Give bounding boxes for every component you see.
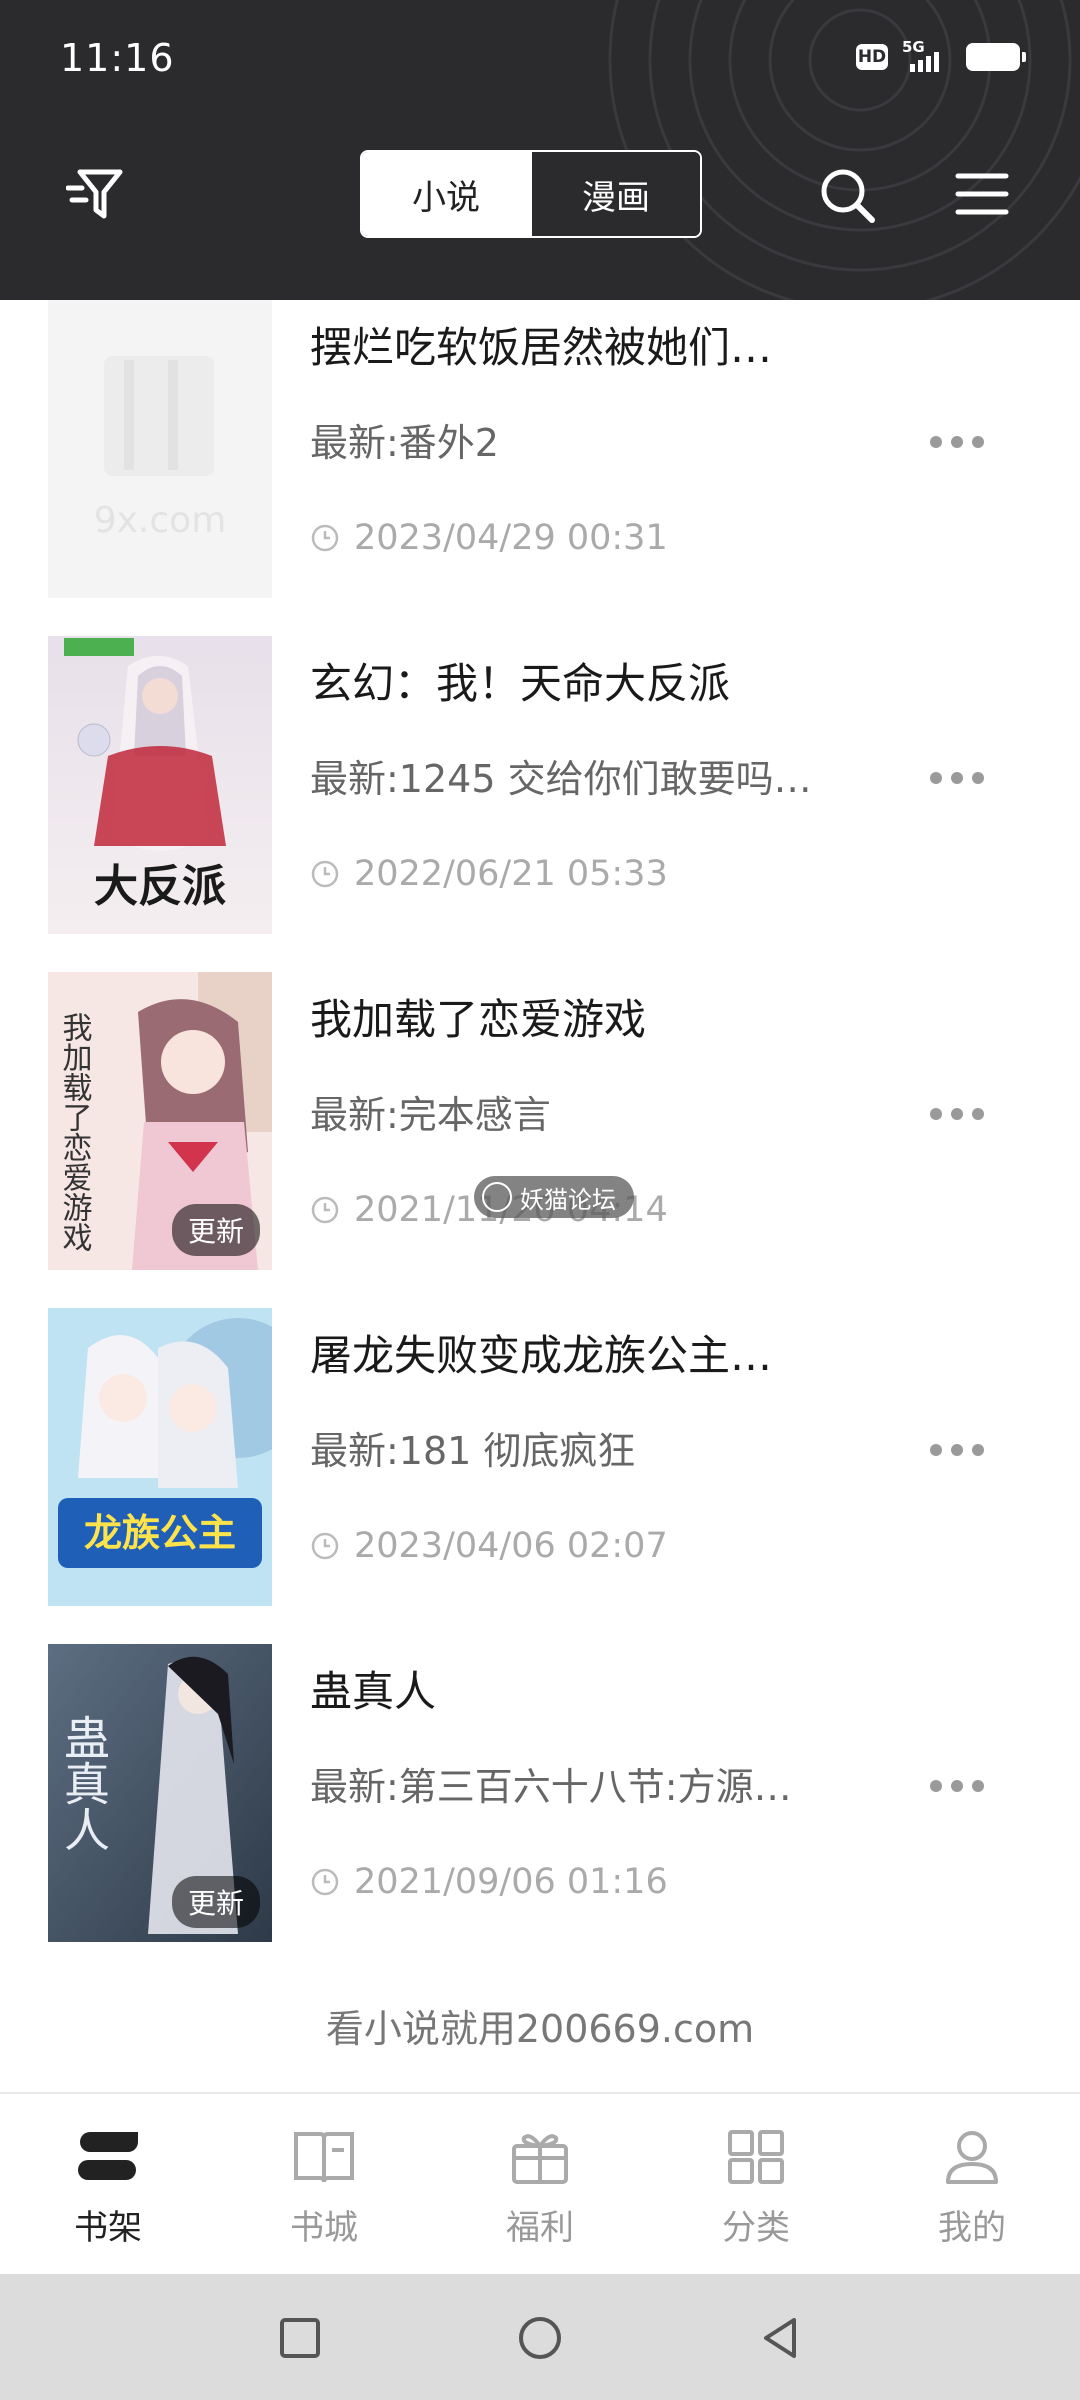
more-options-icon[interactable] (930, 432, 990, 452)
watermark: 妖猫论坛 (474, 1176, 634, 1218)
book-item[interactable]: 龙族公主 屠龙失败变成龙族公主… 最新:181 彻底疯狂 2023/04/06 … (0, 1308, 1080, 1644)
book-title: 我加载了恋爱游戏 (310, 995, 647, 1044)
clock-icon (311, 1868, 339, 1896)
home-icon[interactable] (516, 2314, 564, 2362)
book-item[interactable]: 9x.com 摆烂吃软饭居然被她们… 最新:番外2 2023/04/29 00:… (0, 300, 1080, 636)
cover-title-text: 大反派 (94, 861, 226, 912)
cover-title-text: 蛊真人 (57, 1714, 111, 1852)
watermark-logo-icon (482, 1182, 512, 1212)
tab-comic[interactable]: 漫画 (530, 152, 700, 236)
nav-label: 书城 (290, 2208, 358, 2248)
filter-icon[interactable] (65, 166, 126, 222)
nav-bookshelf[interactable]: 书架 (0, 2094, 216, 2276)
nav-label: 福利 (506, 2208, 574, 2248)
update-badge: 更新 (171, 1876, 260, 1928)
book-cover[interactable]: 大反派 (48, 636, 272, 934)
clock-icon (311, 1532, 339, 1560)
bottom-nav: 书架 书城 福利 分类 我的 (0, 2092, 1080, 2276)
nav-bookstore[interactable]: 书城 (216, 2094, 432, 2276)
user-icon (946, 2131, 998, 2184)
book-latest-chapter: 最新:1245 交给你们敢要吗… (310, 757, 812, 801)
nav-category[interactable]: 分类 (648, 2094, 864, 2276)
gift-icon (512, 2134, 568, 2184)
book-cover[interactable]: 9x.com (48, 300, 272, 598)
nav-label: 我的 (938, 2208, 1006, 2248)
search-icon[interactable] (818, 166, 878, 226)
clock-icon (311, 1196, 339, 1224)
book-latest-chapter: 最新:第三百六十八节:方源… (310, 1765, 792, 1809)
more-options-icon[interactable] (930, 1776, 990, 1796)
bookshelf-list: 9x.com 摆烂吃软饭居然被她们… 最新:番外2 2023/04/29 00:… (0, 300, 1080, 1980)
status-icons: HD 5G (856, 38, 1026, 74)
content-type-switch: 小说 漫画 (360, 150, 702, 238)
footer-note: 看小说就用200669.com (325, 2007, 755, 2051)
recent-apps-icon[interactable] (276, 2314, 324, 2362)
status-time: 11:16 (60, 36, 175, 80)
book-update-time: 2022/06/21 05:33 (354, 854, 668, 894)
nav-mine[interactable]: 我的 (864, 2094, 1080, 2276)
watermark-text: 妖猫论坛 (520, 1185, 616, 1214)
book-title: 玄幻：我！天命大反派 (310, 659, 731, 708)
more-options-icon[interactable] (930, 1440, 990, 1460)
book-cover[interactable]: 龙族公主 (48, 1308, 272, 1606)
more-options-icon[interactable] (930, 768, 990, 788)
tab-novel[interactable]: 小说 (362, 152, 530, 236)
open-book-icon (294, 2132, 354, 2183)
book-item[interactable]: 大反派 玄幻：我！天命大反派 最新:1245 交给你们敢要吗… 2022/06/… (0, 636, 1080, 972)
battery-icon (966, 43, 1026, 71)
hd-icon: HD (856, 44, 888, 70)
menu-icon[interactable] (955, 170, 1009, 218)
top-header: 11:16 HD 5G 小说 漫画 (0, 0, 1080, 300)
grid-icon (728, 2130, 784, 2184)
book-latest-chapter: 最新:181 彻底疯狂 (310, 1429, 636, 1473)
placeholder-text: 9x.com (94, 500, 227, 541)
nav-label: 分类 (722, 2208, 790, 2248)
system-navigation-bar (0, 2274, 1080, 2400)
clock-icon (311, 860, 339, 888)
cover-title-text: 龙族公主 (84, 1511, 236, 1555)
book-update-time: 2021/09/06 01:16 (354, 1862, 668, 1902)
book-item[interactable]: 我加载了恋爱游戏 更新 我加载了恋爱游戏 最新:完本感言 2021/11/20 … (0, 972, 1080, 1308)
bookshelf-icon (78, 2132, 138, 2180)
book-update-time: 2023/04/29 00:31 (354, 518, 668, 558)
nav-label: 书架 (74, 2208, 142, 2248)
book-item[interactable]: 蛊真人 更新 蛊真人 最新:第三百六十八节:方源… 2021/09/06 01:… (0, 1644, 1080, 1980)
signal-icon: 5G (902, 38, 952, 74)
book-title: 摆烂吃软饭居然被她们… (310, 323, 773, 372)
book-title: 蛊真人 (310, 1667, 437, 1716)
back-icon[interactable] (756, 2314, 804, 2362)
book-cover[interactable]: 我加载了恋爱游戏 更新 (48, 972, 272, 1270)
book-latest-chapter: 最新:完本感言 (310, 1093, 551, 1137)
book-latest-chapter: 最新:番外2 (310, 421, 499, 465)
update-badge: 更新 (171, 1204, 260, 1256)
nav-welfare[interactable]: 福利 (432, 2094, 648, 2276)
more-options-icon[interactable] (930, 1104, 990, 1124)
cover-title-text: 我加载了恋爱游戏 (57, 1012, 93, 1252)
book-update-time: 2023/04/06 02:07 (354, 1526, 668, 1566)
book-title: 屠龙失败变成龙族公主… (310, 1331, 773, 1380)
clock-icon (311, 524, 339, 552)
book-cover[interactable]: 蛊真人 更新 (48, 1644, 272, 1942)
